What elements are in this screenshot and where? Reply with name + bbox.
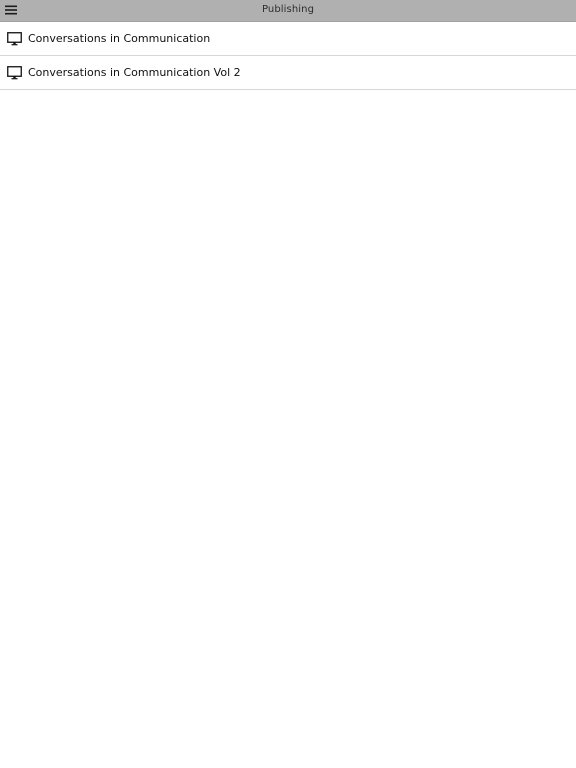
top-navigation-bar: Publishing xyxy=(0,0,576,22)
monitor-icon xyxy=(7,66,22,81)
list-item[interactable]: Conversations in Communication Vol 2 xyxy=(0,56,576,90)
list-item-label: Conversations in Communication Vol 2 xyxy=(28,66,241,79)
monitor-icon xyxy=(7,32,22,47)
page-title: Publishing xyxy=(261,4,315,15)
publication-list: Conversations in Communication Conversat… xyxy=(0,22,576,90)
list-item-label: Conversations in Communication xyxy=(28,32,211,45)
list-item[interactable]: Conversations in Communication xyxy=(0,22,576,56)
app-window: Publishing Conversations in Communicatio… xyxy=(0,0,576,768)
